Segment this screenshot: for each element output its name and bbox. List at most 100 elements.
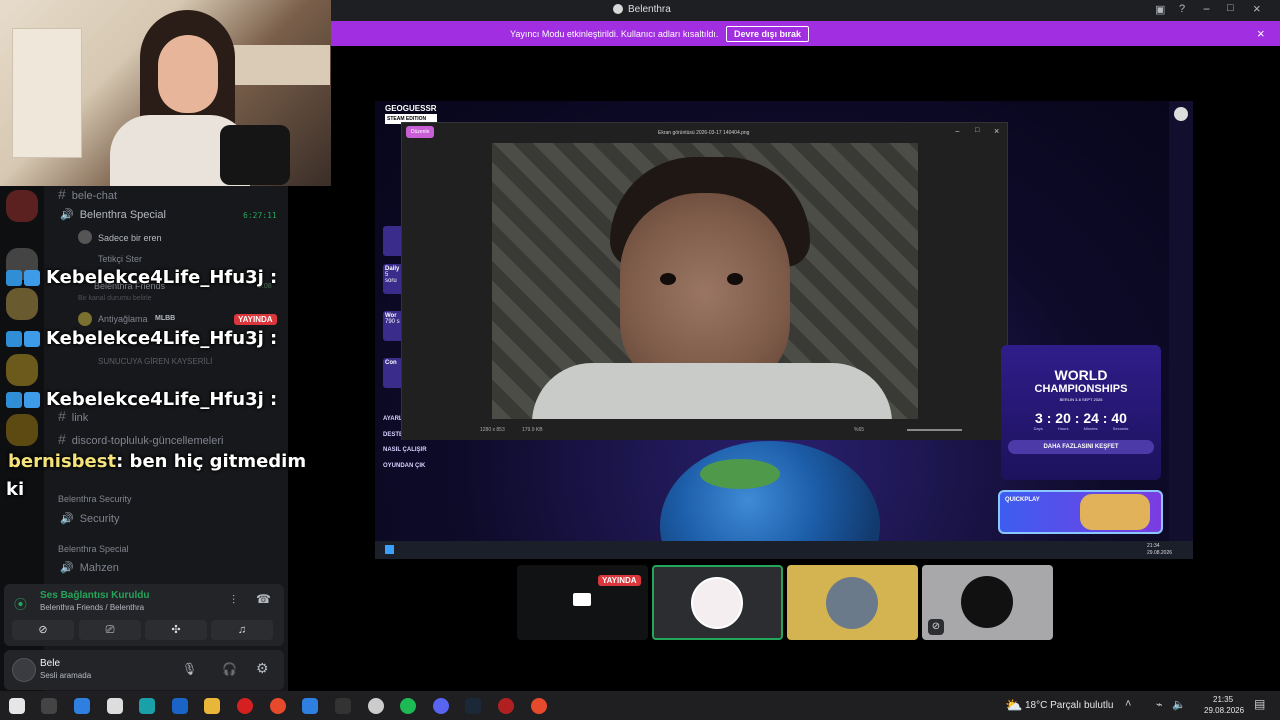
epic-games-icon[interactable]	[335, 698, 351, 714]
user-status: Sesli aramada	[40, 671, 92, 680]
participant-tile[interactable]: ⊘	[922, 565, 1053, 640]
task-view-icon[interactable]	[41, 698, 57, 714]
volume-icon[interactable]: 🔈	[1172, 698, 1186, 711]
steam-icon[interactable]	[465, 698, 481, 714]
avatar	[78, 230, 92, 244]
folder-icon[interactable]	[204, 698, 220, 714]
app-icon	[613, 4, 623, 14]
server-icon[interactable]	[6, 414, 38, 446]
network-icon[interactable]: ⌁	[1156, 698, 1163, 711]
mic-icon[interactable]: 🎙	[182, 662, 197, 676]
live-badge: YAYINDA	[598, 570, 641, 588]
server-icon[interactable]	[6, 190, 38, 222]
channel-bele-chat[interactable]: # bele-chat	[58, 186, 117, 202]
category-special[interactable]: Belenthra Special	[58, 544, 129, 554]
voice-channel-mahzen[interactable]: 🔊 Mahzen	[60, 561, 119, 574]
voice-member[interactable]: Sadece bir eren	[98, 233, 162, 243]
maximize-icon[interactable]: □	[975, 127, 979, 134]
inbox-icon[interactable]: ▣	[1155, 3, 1165, 16]
screen-share-button[interactable]: ⎚	[79, 620, 141, 640]
taskbar-time[interactable]: 21:35	[1213, 695, 1233, 704]
chat-message: Kebelekce4Life_Hfu3j :	[6, 267, 277, 288]
notification-icon[interactable]: ▤	[1254, 697, 1265, 711]
windows-taskbar: ⛅ 18°C Parçalı bulutlu ˄ ⌁ 🔈 21:35 29.08…	[0, 691, 1280, 720]
zoom-slider[interactable]	[907, 429, 962, 431]
close-icon[interactable]: ×	[1253, 1, 1261, 16]
badge-icon	[24, 270, 40, 286]
app-icon[interactable]	[498, 698, 514, 714]
quickplay-card[interactable]: QUICKPLAY	[998, 490, 1163, 534]
minimize-icon[interactable]: −	[955, 127, 960, 136]
app-icon[interactable]	[368, 698, 384, 714]
taskbar-date[interactable]: 29.08.2026	[1204, 706, 1244, 715]
geoguessr-logo: GEOGUESSR STEAM EDITION	[385, 104, 437, 124]
shared-taskbar: 21:34 29.08.2026	[375, 541, 1193, 559]
badge-icon	[24, 392, 40, 408]
game-nav-item[interactable]: NASIL ÇALIŞIR	[383, 447, 427, 453]
headphones-icon[interactable]: 🎧	[222, 662, 237, 676]
close-icon[interactable]: ×	[994, 126, 999, 136]
channel-discord-updates[interactable]: # discord-topluluk-güncellemeleri	[58, 431, 223, 447]
voice-location[interactable]: Belenthra Friends / Belenthra	[40, 603, 144, 612]
voice-member[interactable]: Tetikçi Ster	[98, 254, 142, 264]
gear-icon[interactable]: ⚙	[256, 660, 269, 677]
voice-channel-security[interactable]: 🔊 Security	[60, 512, 119, 525]
character-art	[1080, 494, 1150, 530]
store-icon[interactable]	[107, 698, 123, 714]
copilot-icon[interactable]	[302, 698, 318, 714]
webcam-feed	[0, 0, 331, 186]
copilot-icon[interactable]	[74, 698, 90, 714]
windows-start-icon[interactable]	[9, 698, 25, 714]
maximize-icon[interactable]: □	[1227, 2, 1234, 14]
game-card[interactable]	[383, 226, 403, 256]
discord-icon[interactable]	[433, 698, 449, 714]
disable-streamer-mode-button[interactable]: Devre dışı bırak	[726, 26, 810, 42]
activities-button[interactable]: ✣	[145, 620, 207, 640]
game-nav-item[interactable]: OYUNDAN ÇIK	[383, 463, 425, 469]
camera-off-button[interactable]: ⊘	[12, 620, 74, 640]
participant-tile[interactable]	[652, 565, 783, 640]
disconnect-icon[interactable]: ☎	[256, 592, 271, 606]
voice-status[interactable]: Ses Bağlantısı Kuruldu	[40, 590, 149, 601]
server-icon[interactable]	[6, 288, 38, 320]
mail-icon[interactable]	[172, 698, 188, 714]
game-card-daily[interactable]: Daily 5 soru	[383, 264, 403, 294]
game-card-con[interactable]: Con	[383, 358, 403, 388]
avatar[interactable]	[12, 658, 36, 682]
window-titlebar: Belenthra ▣ ? − □ ×	[331, 0, 1280, 21]
category-security[interactable]: Belenthra Security	[58, 494, 132, 504]
opera-icon[interactable]	[237, 698, 253, 714]
noise-icon[interactable]: ⫶	[232, 593, 235, 608]
chrome-icon[interactable]	[531, 698, 547, 714]
edge-icon[interactable]	[139, 698, 155, 714]
username[interactable]: Bele	[40, 658, 60, 669]
signal-icon: ⦿	[14, 597, 28, 612]
badge-icon	[6, 392, 22, 408]
chat-message: ki	[6, 479, 25, 500]
participant-tile[interactable]	[787, 565, 918, 640]
server-icon[interactable]	[6, 354, 38, 386]
channel-link[interactable]: # link	[58, 408, 88, 424]
spotify-icon[interactable]	[400, 698, 416, 714]
game-card-world[interactable]: Wor 790 s	[383, 311, 403, 341]
soundboard-button[interactable]: ♫	[211, 620, 273, 640]
edit-button[interactable]: Düzenle	[406, 126, 435, 138]
weather-text[interactable]: 18°C Parçalı bulutlu	[1025, 700, 1114, 711]
discover-more-button[interactable]: DAHA FAZLASINI KEŞFET	[1008, 440, 1154, 454]
voice-channel-special[interactable]: 🔊 Belenthra Special	[60, 208, 166, 221]
channel-status-hint[interactable]: Bir kanal durumu belirle	[78, 295, 152, 302]
chrome-icon[interactable]	[270, 698, 286, 714]
minimize-icon[interactable]: −	[1203, 2, 1210, 16]
camera-off-icon: ⊘	[928, 619, 944, 635]
help-icon[interactable]: ?	[1179, 3, 1185, 15]
close-icon[interactable]: ×	[1257, 26, 1265, 41]
zoom-level[interactable]: %65	[854, 427, 864, 433]
voice-member[interactable]: Antiyağlama	[98, 314, 148, 324]
participant-tile-stream[interactable]: YAYINDA	[517, 565, 648, 640]
profile-icon[interactable]	[1174, 107, 1188, 121]
world-championships-panel[interactable]: WORLD CHAMPIONSHIPS BERLIN 3-6 SEPT 2026…	[1001, 345, 1161, 480]
photo-image	[492, 143, 918, 419]
chevron-up-icon[interactable]: ˄	[1125, 698, 1131, 710]
image-dimensions: 1280 x 853	[480, 427, 505, 433]
voice-member[interactable]: SUNUCUYA GİREN KAYSERİLİ	[98, 357, 212, 366]
